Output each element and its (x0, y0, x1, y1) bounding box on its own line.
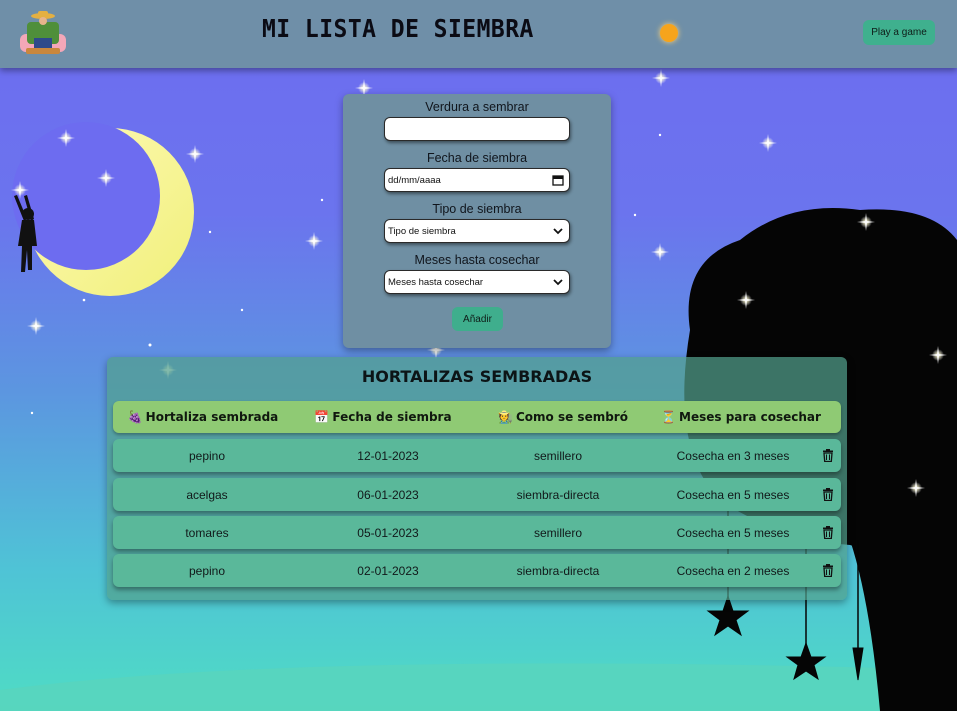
calendar-icon[interactable] (552, 174, 564, 186)
cell-date: 02-01-2023 (357, 563, 419, 578)
calendar-icon: 📅 (314, 410, 330, 424)
vegetable-input[interactable] (384, 117, 570, 141)
header-date-label: Fecha de siembra (332, 410, 452, 424)
grapes-icon: 🍇 (127, 410, 143, 424)
trash-icon[interactable] (822, 449, 834, 462)
table-row: pepino 02-01-2023 siembra-directa Cosech… (113, 554, 841, 587)
cell-harvest: Cosecha en 2 meses (676, 563, 790, 578)
type-selected-value: Tipo de siembra (388, 225, 456, 237)
cell-date: 12-01-2023 (357, 448, 419, 463)
table-title: HORTALIZAS SEMBRADAS (361, 367, 593, 386)
cell-harvest: Cosecha en 5 meses (676, 487, 790, 502)
cell-date: 06-01-2023 (357, 487, 419, 502)
play-game-button[interactable]: Play a game (863, 20, 935, 45)
cell-method: semillero (533, 525, 582, 540)
trash-icon[interactable] (822, 488, 834, 501)
table-row: acelgas 06-01-2023 siembra-directa Cosec… (113, 478, 841, 511)
app-header: MI LISTA DE SIEMBRA Play a game (0, 0, 957, 68)
date-label: Fecha de siembra (426, 151, 528, 165)
cell-vegetable: pepino (188, 448, 226, 463)
sowing-date-field[interactable]: dd/mm/aaaa (384, 168, 570, 192)
gardener-logo-icon (20, 11, 66, 54)
header-harvest: ⏳ Meses para cosechar (651, 401, 831, 433)
farmer-icon: 🧑‍🌾 (498, 410, 513, 424)
sun-icon (660, 24, 678, 42)
hourglass-icon: ⏳ (661, 410, 677, 424)
cell-harvest: Cosecha en 3 meses (676, 448, 790, 463)
months-label: Meses hasta cosechar (414, 253, 540, 267)
planted-vegetables-table: HORTALIZAS SEMBRADAS 🍇 Hortaliza sembrad… (107, 357, 847, 600)
months-select[interactable]: Meses hasta cosechar (384, 270, 570, 294)
cell-vegetable: acelgas (186, 487, 228, 502)
cell-harvest: Cosecha en 5 meses (676, 525, 790, 540)
cell-method: semillero (533, 448, 582, 463)
cell-date: 05-01-2023 (357, 525, 419, 540)
vegetable-label: Verdura a sembrar (425, 100, 529, 114)
header-vegetable: 🍇 Hortaliza sembrada (113, 401, 293, 433)
table-row: pepino 12-01-2023 semillero Cosecha en 3… (113, 439, 841, 472)
sowing-type-select[interactable]: Tipo de siembra (384, 219, 570, 243)
date-placeholder: dd/mm/aaaa (388, 174, 441, 186)
header-date: 📅 Fecha de siembra (293, 401, 473, 433)
header-method-label: Como se sembró (515, 410, 628, 424)
months-selected-value: Meses hasta cosechar (388, 276, 484, 288)
cell-method: siembra-directa (516, 487, 600, 502)
trash-icon[interactable] (822, 526, 834, 539)
table-row: tomares 05-01-2023 semillero Cosecha en … (113, 516, 841, 549)
header-vegetable-label: Hortaliza sembrada (145, 410, 279, 424)
cell-vegetable: pepino (188, 563, 226, 578)
add-button[interactable]: Añadir (452, 307, 503, 331)
cell-method: siembra-directa (516, 563, 600, 578)
cell-vegetable: tomares (185, 525, 229, 540)
chevron-down-icon (553, 228, 563, 235)
moon-shape (12, 122, 194, 296)
chevron-down-icon (553, 279, 563, 286)
type-label: Tipo de siembra (432, 202, 522, 216)
table-header-row: 🍇 Hortaliza sembrada 📅 Fecha de siembra … (113, 401, 841, 433)
header-method: 🧑‍🌾 Como se sembró (473, 401, 653, 433)
trash-icon[interactable] (822, 564, 834, 577)
page-title: MI LISTA DE SIEMBRA (262, 14, 534, 43)
header-harvest-label: Meses para cosechar (679, 410, 821, 424)
